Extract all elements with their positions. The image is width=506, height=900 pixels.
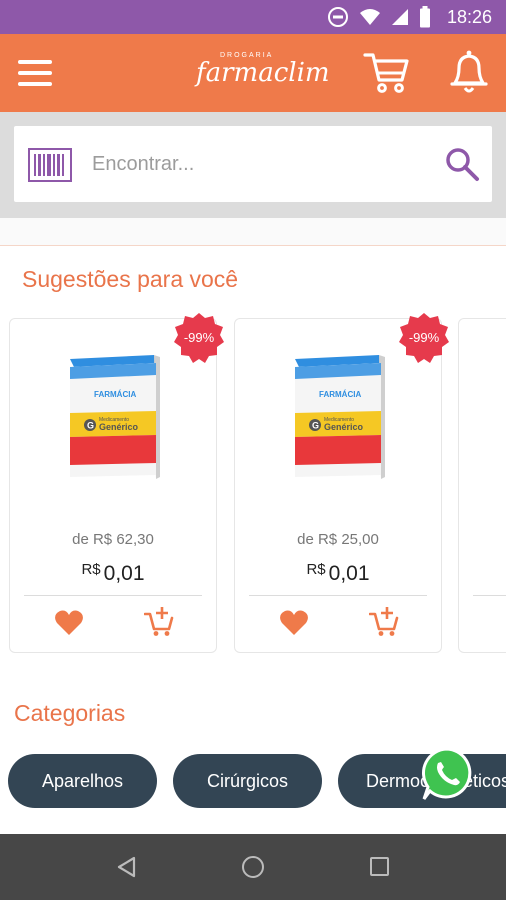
logo: DROGARIA farmaclim [190,48,330,98]
product-image: FARMÁCIA G Medicamento Genérico [70,355,160,479]
category-chip[interactable]: Aparelhos [8,754,157,808]
discount-text: -99% [408,330,440,345]
logo-main-text: farmaclim [196,58,330,88]
app-header: DROGARIA farmaclim [0,34,506,112]
back-icon[interactable] [116,856,138,878]
bell-icon[interactable] [446,48,492,96]
barcode-icon[interactable] [28,148,72,182]
content-band [0,218,506,246]
svg-text:G: G [87,421,94,431]
box-main: Genérico [324,422,364,432]
status-icons: 18:26 [327,6,492,28]
battery-icon [419,6,430,28]
system-nav-bar [0,834,506,900]
search-area [0,112,506,218]
card-divider [24,595,202,596]
card-divider [249,595,427,596]
do-not-disturb-icon [327,7,348,27]
product-image: FARMÁCIA G Medicamento Genérico [295,355,385,479]
price: R$ 0,01 [10,561,216,586]
add-cart-icon[interactable] [144,605,174,637]
signal-icon [391,9,408,25]
old-price: de R$ 62,30 [72,531,154,548]
wifi-icon [359,9,380,25]
svg-text:G: G [312,421,319,431]
discount-text: -99% [183,330,215,345]
product-card[interactable]: FARMÁCIA G Medicamento Genérico -99% de … [9,313,224,653]
box-label: FARMÁCIA [94,390,136,399]
search-bar [14,126,492,202]
box-label: FARMÁCIA [319,390,361,399]
currency: R$ [81,561,101,578]
categories-title: Categorias [14,700,126,726]
product-card-partial[interactable] [458,318,506,653]
main-content[interactable]: Sugestões para você FARMÁCIA G Medicamen… [0,218,506,834]
old-price: de R$ 25,00 [297,531,379,548]
status-bar: 18:26 [0,0,506,34]
card-divider [473,595,506,596]
cart-icon[interactable] [362,48,410,96]
status-time: 18:26 [446,6,492,27]
home-icon[interactable] [242,856,264,878]
menu-icon[interactable] [18,60,52,86]
category-chip[interactable]: Cirúrgicos [173,754,322,808]
price-value: 0,01 [328,562,370,585]
search-input[interactable] [92,144,422,184]
currency: R$ [306,561,326,578]
discount-badge: -99% [397,311,451,365]
price: R$ 0,01 [235,561,441,586]
product-card[interactable]: FARMÁCIA G Medicamento Genérico -99% de … [234,313,449,653]
whatsapp-icon[interactable] [418,745,476,803]
add-cart-icon[interactable] [369,605,399,637]
heart-icon[interactable] [279,609,309,637]
heart-icon[interactable] [54,609,84,637]
box-main: Genérico [99,422,139,432]
search-icon[interactable] [444,146,480,182]
price-value: 0,01 [103,562,145,585]
suggestions-title: Sugestões para você [22,266,239,292]
discount-badge: -99% [172,311,226,365]
recents-icon[interactable] [370,857,389,876]
